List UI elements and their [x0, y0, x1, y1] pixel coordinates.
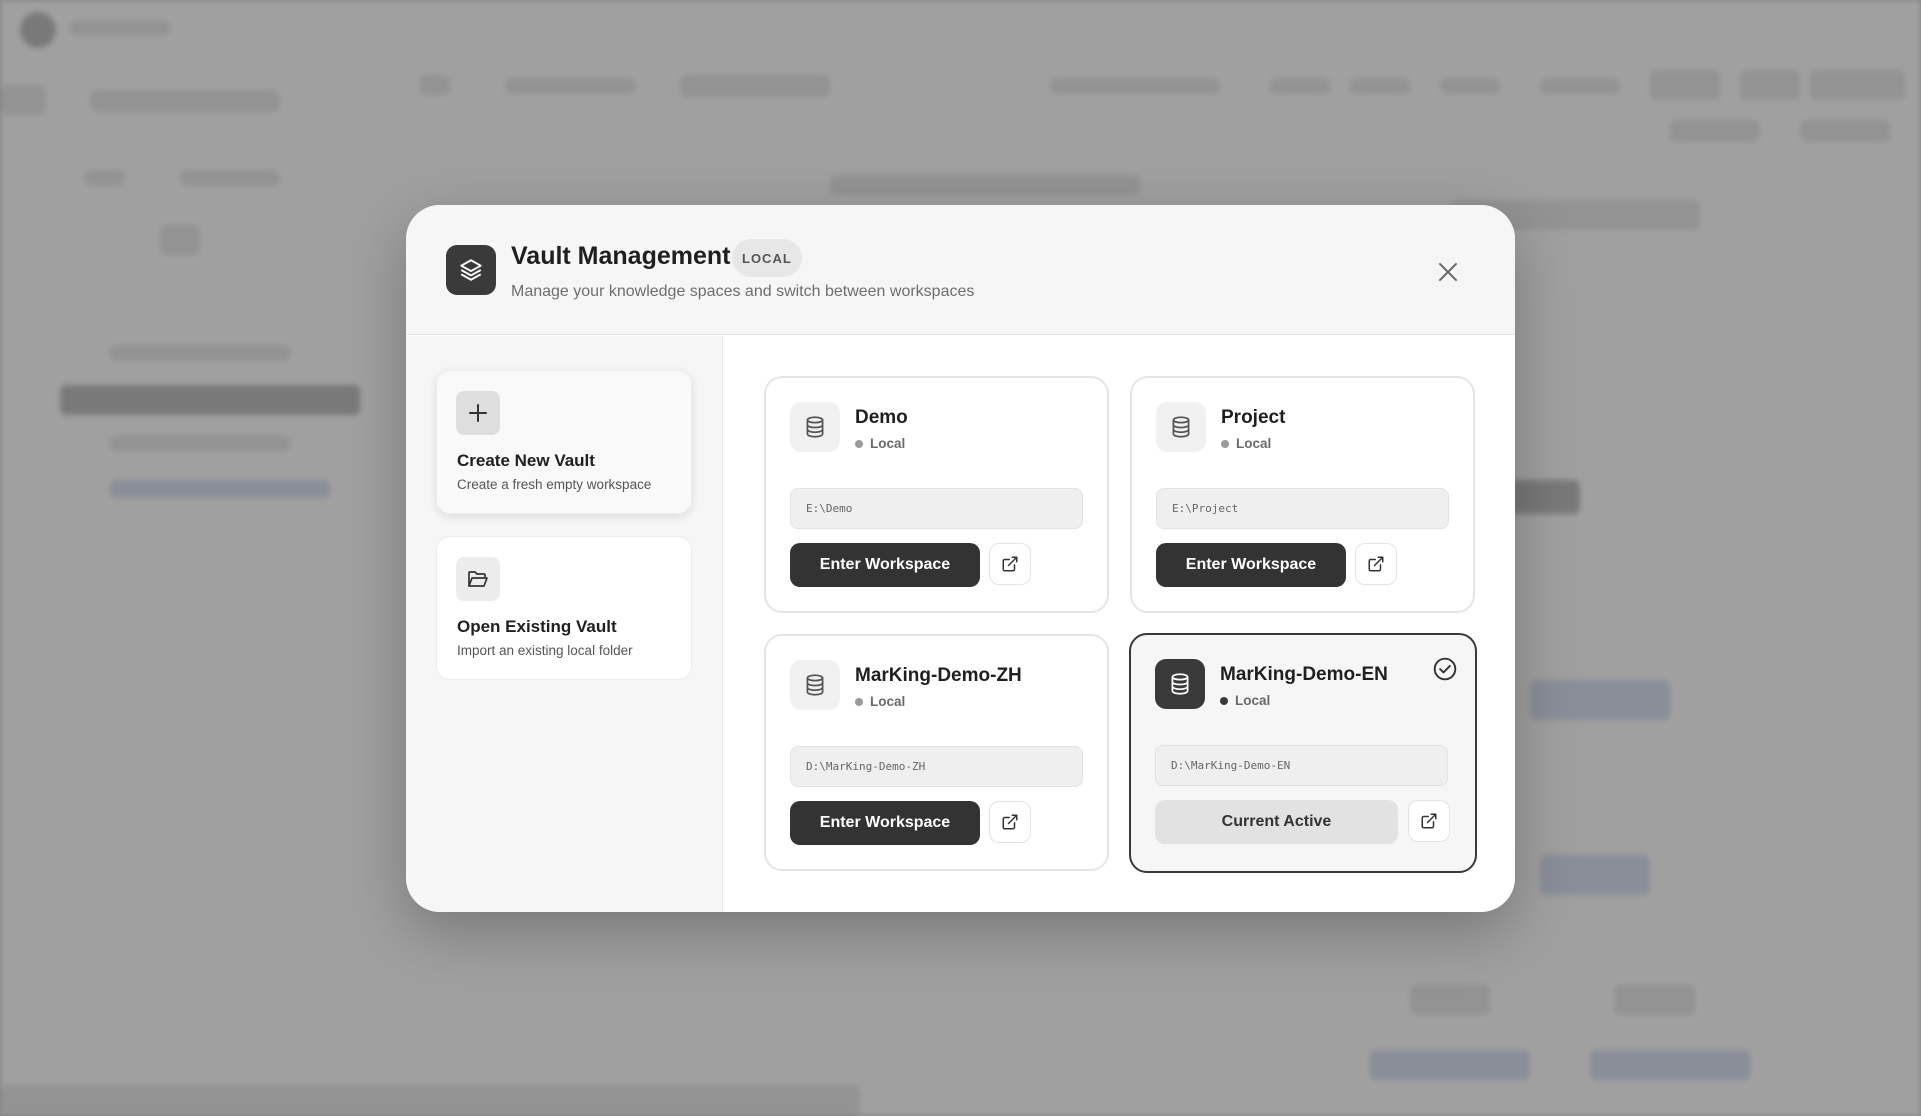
- vault-card: MarKing-Demo-ZH Local D:\MarKing-Demo-ZH…: [764, 634, 1109, 871]
- vault-path: E:\Demo: [790, 488, 1083, 529]
- vault-status: Local: [1221, 436, 1271, 451]
- vault-path: D:\MarKing-Demo-EN: [1155, 745, 1448, 786]
- vault-management-dialog: Vault Management LOCAL Manage your knowl…: [406, 205, 1515, 912]
- database-icon: [1156, 402, 1206, 452]
- enter-workspace-button[interactable]: Enter Workspace: [1156, 543, 1346, 587]
- vault-path: E:\Project: [1156, 488, 1449, 529]
- status-dot: [855, 697, 863, 706]
- external-link-icon: [1002, 814, 1018, 830]
- create-new-vault-button[interactable]: Create New Vault Create a fresh empty wo…: [436, 370, 692, 514]
- vault-name: Demo: [855, 407, 908, 428]
- vault-name: MarKing-Demo-ZH: [855, 665, 1022, 686]
- vault-status-label: Local: [870, 436, 906, 451]
- vault-status-label: Local: [1236, 436, 1272, 451]
- layers-icon: [446, 245, 496, 295]
- open-vault-desc: Import an existing local folder: [457, 643, 633, 658]
- vault-name: Project: [1221, 407, 1286, 428]
- database-icon: [790, 402, 840, 452]
- database-icon: [1155, 659, 1205, 709]
- open-external-button[interactable]: [1355, 543, 1397, 585]
- vault-status: Local: [1220, 693, 1270, 708]
- dialog-header: Vault Management LOCAL Manage your knowl…: [406, 205, 1515, 335]
- create-vault-title: Create New Vault: [457, 451, 595, 470]
- local-badge: LOCAL: [732, 239, 802, 277]
- enter-workspace-button[interactable]: Enter Workspace: [790, 543, 980, 587]
- create-vault-desc: Create a fresh empty workspace: [457, 477, 652, 492]
- folder-open-icon: [456, 557, 500, 601]
- check-circle-icon: [1433, 657, 1457, 681]
- open-external-button[interactable]: [989, 543, 1031, 585]
- database-icon: [790, 660, 840, 710]
- vault-status-label: Local: [870, 694, 906, 709]
- vault-card: Project Local E:\Project Enter Workspace: [1130, 376, 1475, 613]
- open-external-button[interactable]: [1408, 800, 1450, 842]
- close-icon: [1439, 263, 1457, 281]
- current-active-button: Current Active: [1155, 800, 1398, 844]
- dialog-title: Vault Management: [511, 242, 731, 270]
- external-link-icon: [1368, 556, 1384, 572]
- vault-name: MarKing-Demo-EN: [1220, 664, 1388, 685]
- vault-card: Demo Local E:\Demo Enter Workspace: [764, 376, 1109, 613]
- enter-workspace-button[interactable]: Enter Workspace: [790, 801, 980, 845]
- vault-status: Local: [855, 436, 905, 451]
- plus-icon: [456, 391, 500, 435]
- external-link-icon: [1002, 556, 1018, 572]
- vault-actions-sidebar: Create New Vault Create a fresh empty wo…: [406, 336, 723, 912]
- status-dot: [1220, 696, 1228, 705]
- open-external-button[interactable]: [989, 801, 1031, 843]
- vault-path: D:\MarKing-Demo-ZH: [790, 746, 1083, 787]
- status-dot: [1221, 439, 1229, 448]
- vault-status-label: Local: [1235, 693, 1271, 708]
- status-dot: [855, 439, 863, 448]
- vault-card-active: MarKing-Demo-EN Local D:\MarKing-Demo-EN…: [1129, 633, 1477, 873]
- close-button[interactable]: [1433, 257, 1463, 287]
- open-vault-title: Open Existing Vault: [457, 617, 617, 636]
- external-link-icon: [1421, 813, 1437, 829]
- dialog-subtitle: Manage your knowledge spaces and switch …: [511, 283, 975, 300]
- open-existing-vault-button[interactable]: Open Existing Vault Import an existing l…: [436, 536, 692, 680]
- vault-status: Local: [855, 694, 905, 709]
